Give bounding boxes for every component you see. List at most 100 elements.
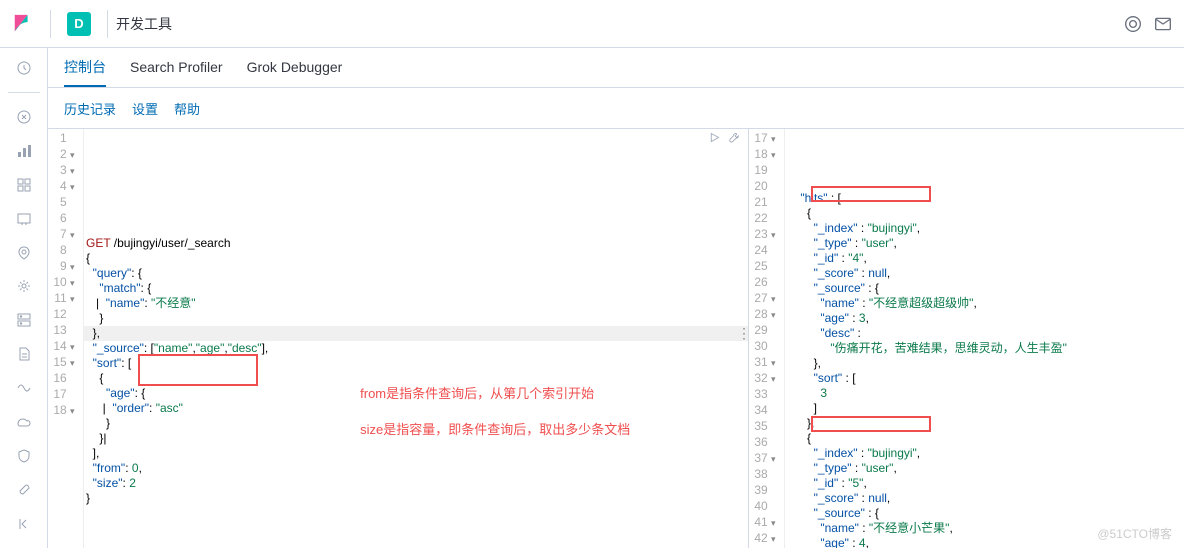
line-number: 21 bbox=[749, 195, 778, 211]
line-number: 17 ▾ bbox=[749, 131, 778, 147]
line-number: 11 ▾ bbox=[48, 291, 77, 307]
code-line[interactable]: { bbox=[787, 431, 1184, 446]
divider bbox=[50, 10, 51, 38]
annotation-box-from-size bbox=[138, 354, 258, 386]
discover-icon[interactable] bbox=[14, 107, 34, 127]
toolbar: 历史记录 设置 帮助 bbox=[48, 88, 1184, 128]
line-number: 4 ▾ bbox=[48, 179, 77, 195]
code-line[interactable]: "_type" : "user", bbox=[787, 236, 1184, 251]
code-line[interactable]: "_index" : "bujingyi", bbox=[787, 221, 1184, 236]
code-left[interactable]: from是指条件查询后，从第几个索引开始 size是指容量，即条件查询后，取出多… bbox=[84, 129, 748, 548]
tab-search-profiler[interactable]: Search Profiler bbox=[130, 48, 223, 87]
code-line[interactable]: 3 bbox=[787, 386, 1184, 401]
code-line[interactable]: | "name": "不经意" bbox=[86, 296, 748, 311]
line-number: 5 bbox=[48, 195, 77, 211]
line-number: 6 bbox=[48, 211, 77, 227]
wrench-icon[interactable] bbox=[727, 131, 740, 148]
help-icon[interactable] bbox=[1124, 15, 1142, 33]
line-number: 8 bbox=[48, 243, 77, 259]
uptime-icon[interactable] bbox=[14, 412, 34, 432]
code-line[interactable]: { bbox=[787, 206, 1184, 221]
line-number: 34 bbox=[749, 403, 778, 419]
line-number: 14 ▾ bbox=[48, 339, 77, 355]
divider bbox=[107, 10, 108, 38]
code-line[interactable]: "_id" : "5", bbox=[787, 476, 1184, 491]
line-number: 3 ▾ bbox=[48, 163, 77, 179]
line-number: 19 bbox=[749, 163, 778, 179]
tab-console[interactable]: 控制台 bbox=[64, 48, 106, 87]
code-line[interactable]: "sort" : [ bbox=[787, 371, 1184, 386]
code-line[interactable]: "_index" : "bujingyi", bbox=[787, 446, 1184, 461]
app-badge[interactable]: D bbox=[67, 12, 91, 36]
code-line[interactable]: "_type" : "user", bbox=[787, 461, 1184, 476]
kibana-logo-icon[interactable] bbox=[12, 12, 34, 36]
line-number: 9 ▾ bbox=[48, 259, 77, 275]
help-link[interactable]: 帮助 bbox=[174, 99, 200, 118]
code-line[interactable]: "desc" : "伤痛开花，苦难结果，思维灵动，人生丰盈" bbox=[787, 326, 1184, 356]
tab-grok-debugger[interactable]: Grok Debugger bbox=[247, 48, 343, 87]
code-line[interactable]: "from": 0, bbox=[86, 461, 748, 476]
code-line[interactable]: "age" : 4, bbox=[787, 536, 1184, 548]
tabs: 控制台 Search Profiler Grok Debugger bbox=[48, 48, 1184, 88]
code-line[interactable]: "_source" : { bbox=[787, 506, 1184, 521]
line-number: 24 bbox=[749, 243, 778, 259]
dashboard-icon[interactable] bbox=[14, 175, 34, 195]
code-line[interactable]: "_score" : null, bbox=[787, 491, 1184, 506]
annotation-box-id5 bbox=[811, 416, 931, 432]
code-line[interactable]: "_score" : null, bbox=[787, 266, 1184, 281]
history-link[interactable]: 历史记录 bbox=[64, 99, 116, 118]
canvas-icon[interactable] bbox=[14, 209, 34, 229]
line-number: 16 bbox=[48, 371, 77, 387]
line-number: 31 ▾ bbox=[749, 355, 778, 371]
dev-tools-icon[interactable] bbox=[14, 480, 34, 500]
code-line[interactable]: "name" : "不经意小芒果", bbox=[787, 521, 1184, 536]
code-line[interactable]: GET /bujingyi/user/_search bbox=[86, 236, 748, 251]
code-line[interactable]: ] bbox=[787, 401, 1184, 416]
code-line[interactable]: }, bbox=[787, 356, 1184, 371]
ml-icon[interactable] bbox=[14, 277, 34, 297]
line-number: 37 ▾ bbox=[749, 451, 778, 467]
visualize-icon[interactable] bbox=[14, 141, 34, 161]
settings-link[interactable]: 设置 bbox=[132, 99, 158, 118]
code-line[interactable]: "size": 2 bbox=[86, 476, 748, 491]
line-number: 29 bbox=[749, 323, 778, 339]
gutter-right: 17 ▾18 ▾19 20 21 22 23 ▾24 25 26 27 ▾28 … bbox=[749, 129, 785, 548]
code-line[interactable]: } bbox=[86, 491, 748, 506]
code-line[interactable]: "age" : 3, bbox=[787, 311, 1184, 326]
collapse-icon[interactable] bbox=[14, 514, 34, 534]
line-number: 38 bbox=[749, 467, 778, 483]
line-number: 23 ▾ bbox=[749, 227, 778, 243]
code-line[interactable]: "_id" : "4", bbox=[787, 251, 1184, 266]
line-number: 22 bbox=[749, 211, 778, 227]
line-number: 15 ▾ bbox=[48, 355, 77, 371]
line-number: 18 ▾ bbox=[749, 147, 778, 163]
line-number: 40 bbox=[749, 499, 778, 515]
code-line[interactable]: } bbox=[86, 311, 748, 326]
response-pane: 17 ▾18 ▾19 20 21 22 23 ▾24 25 26 27 ▾28 … bbox=[749, 129, 1184, 548]
line-number: 7 ▾ bbox=[48, 227, 77, 243]
top-right-icons bbox=[1124, 15, 1172, 33]
request-pane: 1 2 ▾3 ▾4 ▾5 6 7 ▾8 9 ▾10 ▾11 ▾12 13 14 … bbox=[48, 129, 749, 548]
play-icon[interactable] bbox=[708, 131, 721, 148]
line-number: 36 bbox=[749, 435, 778, 451]
editor-wrap: 1 2 ▾3 ▾4 ▾5 6 7 ▾8 9 ▾10 ▾11 ▾12 13 14 … bbox=[48, 128, 1184, 548]
logs-icon[interactable] bbox=[14, 344, 34, 364]
code-line[interactable]: "name" : "不经意超级超级帅", bbox=[787, 296, 1184, 311]
code-line[interactable]: { bbox=[86, 251, 748, 266]
line-number: 20 bbox=[749, 179, 778, 195]
line-number: 32 ▾ bbox=[749, 371, 778, 387]
line-number: 35 bbox=[749, 419, 778, 435]
siem-icon[interactable] bbox=[14, 446, 34, 466]
line-number: 26 bbox=[749, 275, 778, 291]
infra-icon[interactable] bbox=[14, 310, 34, 330]
code-right[interactable]: "hits" : [ { "_index" : "bujingyi", "_ty… bbox=[785, 129, 1184, 548]
notification-icon[interactable] bbox=[1154, 15, 1172, 33]
code-line[interactable]: }, bbox=[86, 326, 748, 341]
recent-icon[interactable] bbox=[14, 58, 34, 78]
apm-icon[interactable] bbox=[14, 378, 34, 398]
code-line[interactable]: "_source" : { bbox=[787, 281, 1184, 296]
code-line[interactable]: "query": { bbox=[86, 266, 748, 281]
maps-icon[interactable] bbox=[14, 243, 34, 263]
code-line[interactable]: "match": { bbox=[86, 281, 748, 296]
line-number: 28 ▾ bbox=[749, 307, 778, 323]
